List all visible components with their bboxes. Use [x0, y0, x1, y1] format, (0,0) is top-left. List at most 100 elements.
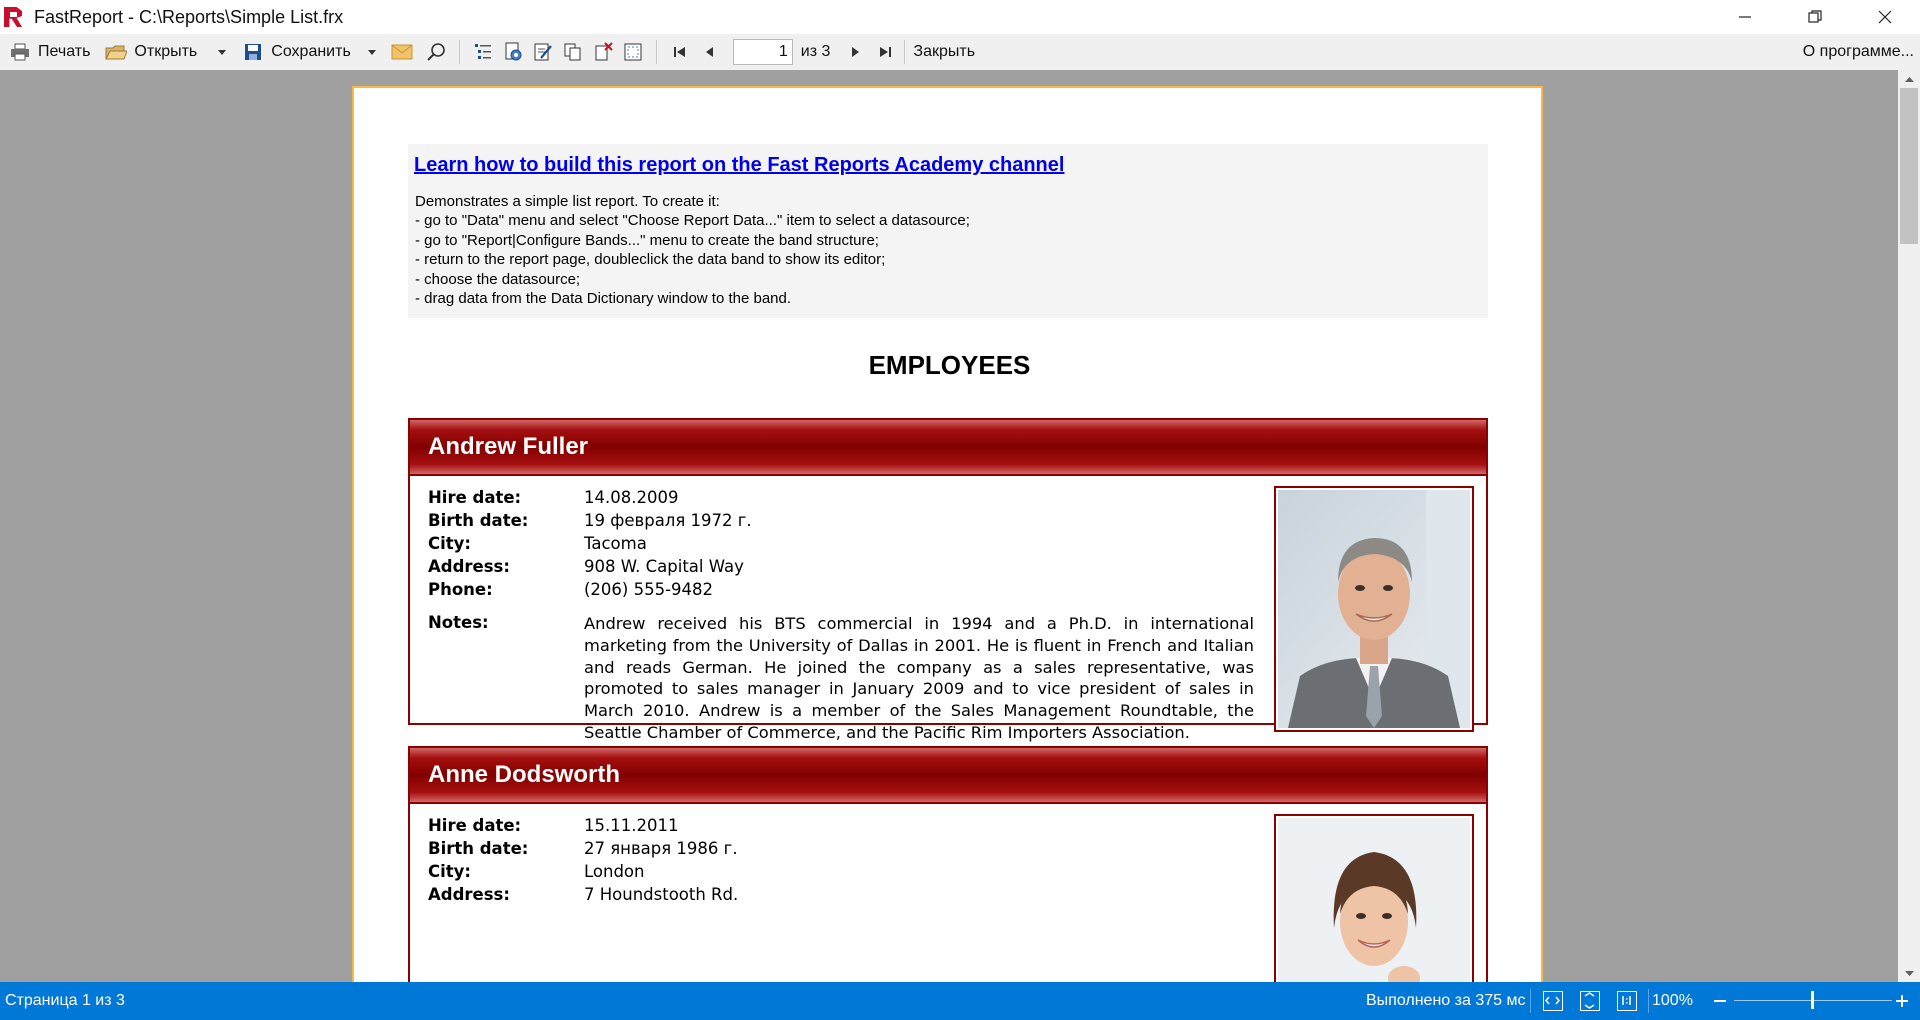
last-page-button[interactable]	[870, 37, 900, 67]
employee-photo	[1274, 814, 1474, 982]
toolbar-separator	[904, 40, 906, 64]
next-page-icon	[852, 47, 860, 57]
zoom-actual-size-icon[interactable]	[1617, 991, 1637, 1011]
description-line: - go to "Data" menu and select "Choose R…	[415, 212, 970, 230]
description-text: Demonstrates a simple list report. To cr…	[415, 192, 970, 308]
watermark-button[interactable]	[618, 37, 648, 67]
delete-page-button[interactable]	[588, 37, 618, 67]
window-title: FastReport - C:\Reports\Simple List.frx	[34, 6, 344, 27]
employee-photo	[1274, 486, 1474, 732]
city-value: London	[584, 862, 645, 881]
minimize-icon	[1739, 16, 1751, 18]
phone-value: (206) 555-9482	[584, 580, 714, 599]
printer-icon	[8, 40, 32, 64]
page-number-input[interactable]: 1	[732, 39, 793, 65]
edit-page-button[interactable]	[528, 37, 558, 67]
watermark-icon	[624, 43, 642, 61]
city-label: City:	[428, 534, 472, 553]
page-settings-icon	[505, 42, 522, 61]
city-label: City:	[428, 862, 472, 881]
birth-date-value: 19 февраля 1972 г.	[584, 511, 752, 530]
copy-page-icon	[564, 43, 581, 61]
scrollbar-thumb[interactable]	[1900, 88, 1918, 244]
fastreport-logo-icon	[4, 7, 24, 27]
restore-icon	[1808, 10, 1822, 23]
employee-header: Anne Dodsworth	[410, 748, 1486, 802]
employee-card: Andrew Fuller Hire date: 14.08.2009 Birt…	[408, 418, 1488, 742]
next-page-button[interactable]	[840, 37, 870, 67]
notes-value: Andrew received his BTS commercial in 19…	[584, 614, 1254, 742]
vertical-scrollbar[interactable]	[1898, 70, 1920, 982]
envelope-icon	[391, 44, 413, 60]
address-label: Address:	[428, 885, 510, 904]
hire-date-value: 14.08.2009	[584, 488, 679, 507]
toolbar-separator	[458, 40, 460, 64]
outline-button[interactable]	[468, 37, 498, 67]
scroll-down-arrow-icon[interactable]	[1898, 964, 1920, 982]
title-bar: FastReport - C:\Reports\Simple List.frx	[0, 0, 1920, 34]
description-line: - return to the report page, doubleclick…	[415, 251, 886, 269]
close-report-button[interactable]: Закрыть	[909, 37, 979, 67]
status-separator	[1530, 989, 1531, 1013]
toolbar-separator	[655, 40, 657, 64]
window-controls	[1710, 0, 1920, 34]
woman-portrait-icon	[1278, 818, 1470, 982]
zoom-out-icon[interactable]	[1714, 1000, 1726, 1002]
previous-page-button[interactable]	[695, 37, 725, 67]
page-setup-button[interactable]	[498, 37, 528, 67]
description-line: - drag data from the Data Dictionary win…	[415, 290, 792, 308]
description-line: Demonstrates a simple list report. To cr…	[415, 193, 720, 210]
report-title: EMPLOYEES	[868, 350, 1031, 380]
minimize-button[interactable]	[1710, 0, 1780, 34]
outline-tree-icon	[474, 44, 491, 59]
open-dropdown-arrow-icon[interactable]	[215, 49, 229, 55]
edit-page-icon	[534, 43, 552, 61]
open-folder-icon	[104, 40, 128, 64]
print-label: Печать	[38, 43, 91, 60]
man-portrait-icon	[1278, 490, 1470, 728]
find-button[interactable]	[421, 37, 451, 67]
save-dropdown-arrow-icon[interactable]	[365, 49, 379, 55]
report-page: Learn how to build this report on the Fa…	[352, 86, 1543, 982]
employee-header: Andrew Fuller	[410, 420, 1486, 474]
academy-box: Learn how to build this report on the Fa…	[408, 144, 1488, 318]
email-button[interactable]	[387, 37, 417, 67]
last-page-icon	[880, 47, 892, 57]
report-viewer[interactable]: Learn how to build this report on the Fa…	[0, 70, 1898, 982]
status-bar: Страница 1 из 3 Выполнено за 375 мс 100%	[0, 982, 1920, 1020]
zoom-in-icon-stem[interactable]	[1901, 995, 1903, 1007]
close-report-label: Закрыть	[913, 43, 976, 60]
city-value: Tacoma	[584, 534, 647, 553]
zoom-page-width-icon[interactable]	[1543, 991, 1563, 1011]
save-label: Сохранить	[271, 43, 351, 60]
zoom-whole-page-icon[interactable]	[1580, 991, 1600, 1011]
academy-link[interactable]: Learn how to build this report on the Fa…	[414, 154, 1064, 177]
close-icon	[1878, 10, 1892, 24]
toolbar: Печать Открыть Сохранить 1 из 3 Закрыть …	[0, 34, 1920, 70]
scroll-up-arrow-icon[interactable]	[1898, 70, 1920, 88]
first-page-button[interactable]	[665, 37, 695, 67]
save-disk-icon	[241, 40, 265, 64]
birth-date-label: Birth date:	[428, 839, 529, 858]
save-button[interactable]: Сохранить	[237, 37, 355, 67]
first-page-icon	[673, 47, 685, 57]
phone-label: Phone:	[428, 580, 493, 599]
open-button[interactable]: Открыть	[100, 37, 201, 67]
restore-button[interactable]	[1780, 0, 1850, 34]
notes-label: Notes:	[428, 613, 489, 632]
birth-date-label: Birth date:	[428, 511, 529, 530]
hire-date-label: Hire date:	[428, 488, 522, 507]
birth-date-value: 27 января 1986 г.	[584, 839, 738, 858]
address-value: 7 Houndstooth Rd.	[584, 885, 739, 904]
zoom-slider-thumb[interactable]	[1811, 991, 1814, 1009]
search-icon	[427, 43, 445, 61]
description-line: - go to "Report|Configure Bands..." menu…	[415, 231, 879, 249]
description-line: - choose the datasource;	[415, 270, 581, 288]
delete-page-icon	[595, 42, 613, 61]
employee-details: Hire date: 14.08.2009 Birth date: 19 фев…	[410, 474, 1486, 742]
print-button[interactable]: Печать	[4, 37, 94, 67]
copy-page-button[interactable]	[558, 37, 588, 67]
about-button[interactable]: О программе...	[1803, 34, 1914, 70]
open-label: Открыть	[134, 43, 198, 60]
close-window-button[interactable]	[1850, 0, 1920, 34]
